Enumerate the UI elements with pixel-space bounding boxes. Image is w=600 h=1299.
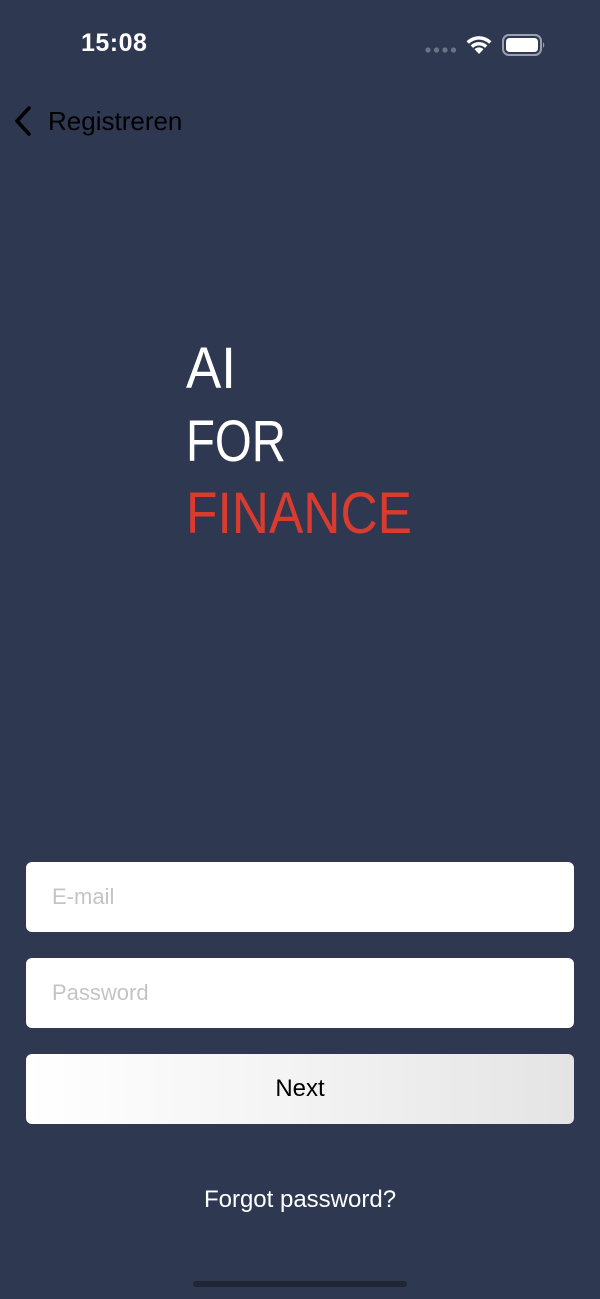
status-time: 15:08 [81, 29, 148, 57]
brand-logo: AI FOR FINANCE [186, 336, 412, 546]
battery-icon [502, 34, 545, 56]
status-bar: 15:08 [0, 0, 600, 90]
signal-dots-icon [425, 47, 457, 53]
logo-line-ai: AI [186, 336, 236, 401]
back-button[interactable]: Registreren [12, 100, 182, 142]
home-indicator [193, 1281, 407, 1287]
back-button-label: Registreren [48, 105, 183, 136]
wifi-icon [466, 36, 492, 54]
forgot-password-link[interactable]: Forgot password? [0, 1186, 600, 1214]
next-button[interactable]: Next [26, 1054, 574, 1124]
logo-line-for: FOR [186, 409, 286, 474]
email-field[interactable] [26, 862, 574, 932]
logo-line-finance: FINANCE [186, 481, 412, 546]
password-field[interactable] [26, 958, 574, 1028]
chevron-left-icon [15, 106, 31, 136]
